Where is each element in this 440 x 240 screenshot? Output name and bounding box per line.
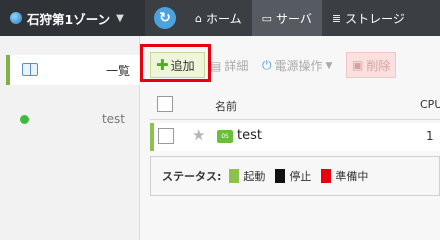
server-name[interactable]: test (237, 128, 262, 143)
row-checkbox[interactable] (158, 128, 174, 144)
nav-home-label: ホーム (205, 11, 242, 26)
document-icon: ▤ (210, 58, 222, 73)
refresh-button[interactable]: ↻ (145, 0, 185, 36)
status-running-icon (20, 114, 29, 124)
column-header-name[interactable]: 名前 (215, 98, 237, 114)
delete-button-label: 削除 (366, 58, 391, 73)
column-header-cpu[interactable]: CPU (420, 98, 440, 111)
nav-server[interactable]: ▭ サーバ (251, 0, 322, 36)
stopped-swatch (275, 169, 286, 183)
power-button-label: 電源操作 (274, 59, 323, 73)
server-icon: OS (217, 130, 233, 143)
preparing-swatch (321, 169, 332, 183)
running-swatch (229, 169, 240, 183)
legend-running-label: 起動 (243, 170, 266, 183)
monitor-icon: ▭ (261, 11, 273, 25)
refresh-icon: ↻ (154, 7, 176, 29)
toolbar: ✚ 追加 ▤ 詳細 ⏻ 電源操作 ▼ ▣ 削除 (140, 36, 440, 92)
star-icon[interactable]: ★ (192, 126, 205, 144)
legend-item-stopped: 停止 (275, 168, 311, 184)
sidebar-item-test[interactable]: test (20, 110, 130, 128)
storage-icon: ≣ (331, 11, 342, 25)
server-cpu: 1 (426, 129, 434, 143)
legend-item-preparing: 準備中 (321, 168, 368, 184)
detail-button[interactable]: ▤ 詳細 (210, 57, 248, 74)
select-all-checkbox[interactable] (157, 96, 173, 112)
sidebar: 一覧 test (0, 36, 140, 240)
home-icon: ⌂ (195, 11, 202, 25)
nav-storage-label: ストレージ (345, 11, 405, 26)
add-button[interactable]: ✚ 追加 (150, 52, 205, 78)
detail-button-label: 詳細 (224, 59, 249, 73)
chevron-down-icon: ▼ (116, 12, 124, 24)
plus-icon: ✚ (156, 56, 169, 74)
legend-title: ステータス: (162, 170, 222, 183)
nav-storage[interactable]: ≣ ストレージ (322, 0, 415, 36)
legend-item-running: 起動 (229, 168, 265, 184)
sidebar-header-label: 一覧 (105, 64, 130, 78)
nav-server-label: サーバ (276, 11, 312, 26)
trash-icon: ▣ (352, 58, 364, 72)
sidebar-list-header[interactable]: 一覧 (6, 55, 140, 85)
sidebar-item-label: test (101, 112, 125, 126)
zone-label: 石狩第1ゾーン (27, 11, 111, 27)
power-menu-button[interactable]: ⏻ 電源操作 ▼ (262, 57, 332, 74)
legend-preparing-label: 準備中 (335, 170, 369, 183)
table-row[interactable]: ★ OS test 1 (150, 123, 440, 151)
legend-stopped-label: 停止 (289, 170, 312, 183)
nav-home[interactable]: ⌂ ホーム (185, 0, 252, 36)
globe-icon (10, 12, 22, 24)
table-header: 名前 CPU (150, 92, 440, 120)
status-legend: ステータス: 起動 停止 準備中 (150, 156, 440, 196)
add-button-label: 追加 (170, 58, 195, 73)
chevron-down-icon: ▼ (325, 60, 333, 71)
power-icon: ⏻ (262, 58, 272, 72)
book-icon (22, 63, 38, 76)
top-nav-bar: 石狩第1ゾーン ▼ ↻ ⌂ ホーム ▭ サーバ ≣ ストレージ (0, 0, 440, 36)
zone-selector[interactable]: 石狩第1ゾーン ▼ (0, 0, 145, 36)
delete-button[interactable]: ▣ 削除 (346, 52, 397, 78)
